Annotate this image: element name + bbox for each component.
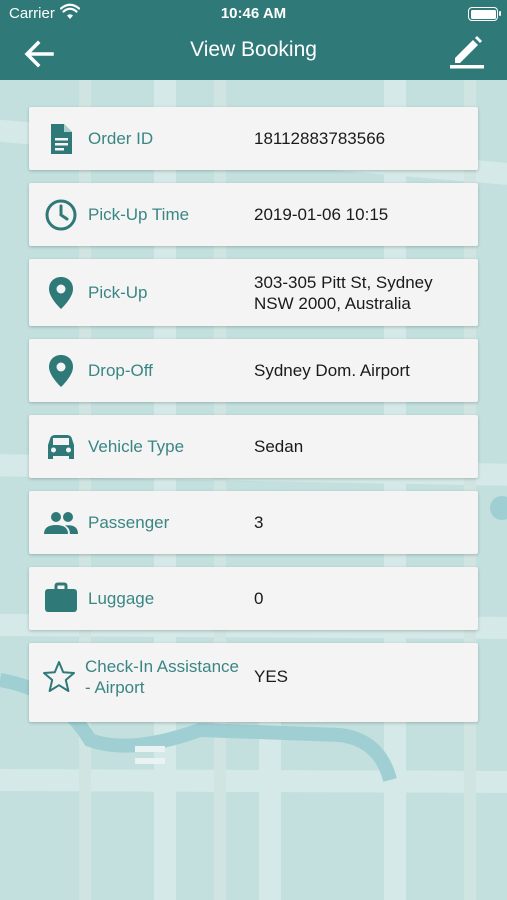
battery-icon <box>468 7 501 21</box>
nav-bar: View Booking <box>0 28 507 80</box>
document-icon <box>43 121 79 157</box>
people-icon <box>43 505 79 541</box>
edit-button[interactable] <box>447 32 487 72</box>
pickup-value-line2: NSW 2000, Australia <box>254 294 411 313</box>
vehicle-type-value: Sedan <box>254 437 304 456</box>
luggage-value: 0 <box>254 589 264 608</box>
car-icon <box>43 429 79 465</box>
status-bar: Carrier 10:46 AM <box>0 0 507 28</box>
location-pin-icon <box>43 353 79 389</box>
checkin-label-line1: Check-In Assistance <box>85 657 240 676</box>
passenger-label: Passenger <box>88 513 170 532</box>
checkin-assistance-card: Check-In Assistance - Airport YES <box>29 643 478 722</box>
clock-icon <box>43 197 79 233</box>
passenger-value: 3 <box>254 513 264 532</box>
pickup-label: Pick-Up <box>88 283 148 302</box>
dropoff-value: Sydney Dom. Airport <box>254 361 410 380</box>
dropoff-label: Drop-Off <box>88 361 153 380</box>
vehicle-type-label: Vehicle Type <box>88 437 185 456</box>
status-time: 10:46 AM <box>220 5 287 22</box>
pickup-card: Pick-Up 303-305 Pitt St, Sydney NSW 2000… <box>29 259 478 326</box>
briefcase-icon <box>43 580 79 616</box>
order-id-card: Order ID 18112883783566 <box>29 107 478 170</box>
location-pin-icon <box>43 275 79 311</box>
luggage-card: Luggage 0 <box>29 567 478 630</box>
pickup-value-line1: 303-305 Pitt St, Sydney <box>254 273 433 292</box>
checkin-label-line2: - Airport <box>85 678 145 697</box>
pickup-time-value: 2019-01-06 10:15 <box>254 205 389 224</box>
passenger-card: Passenger 3 <box>29 491 478 554</box>
dropoff-card: Drop-Off Sydney Dom. Airport <box>29 339 478 402</box>
order-id-value: 18112883783566 <box>254 129 386 148</box>
pencil-icon <box>450 36 484 69</box>
star-outline-icon <box>41 659 77 695</box>
vehicle-type-card: Vehicle Type Sedan <box>29 415 478 478</box>
checkin-value: YES <box>254 667 289 686</box>
pickup-time-label: Pick-Up Time <box>88 205 190 224</box>
order-id-label: Order ID <box>88 129 154 148</box>
luggage-label: Luggage <box>88 589 155 608</box>
pickup-time-card: Pick-Up Time 2019-01-06 10:15 <box>29 183 478 246</box>
page-title: View Booking <box>190 38 317 61</box>
